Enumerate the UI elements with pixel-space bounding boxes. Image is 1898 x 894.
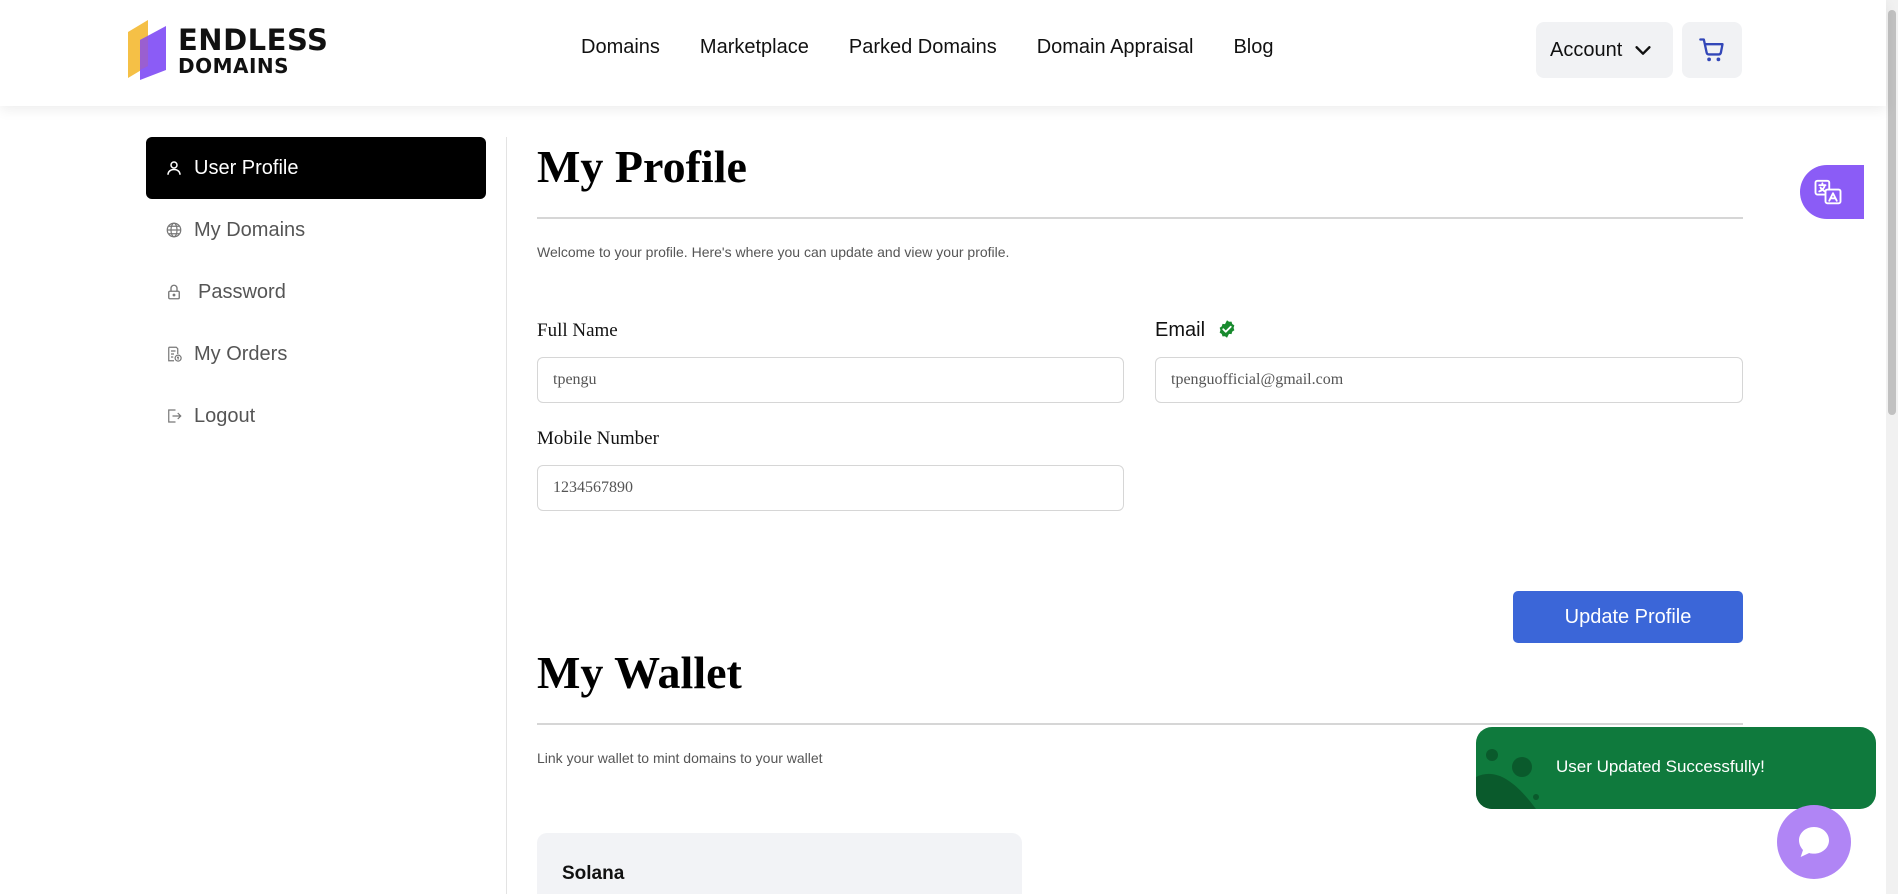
- nav-marketplace[interactable]: Marketplace: [700, 36, 809, 66]
- sidebar-item-logout[interactable]: Logout: [146, 385, 486, 447]
- sidebar-item-label: Password: [198, 280, 286, 303]
- full-name-label: Full Name: [537, 320, 618, 341]
- nav-blog[interactable]: Blog: [1233, 36, 1273, 66]
- email-input[interactable]: tpenguofficial@gmail.com: [1155, 357, 1743, 403]
- mobile-number-input[interactable]: 1234567890: [537, 465, 1124, 511]
- chat-bubble-icon: [1799, 827, 1829, 857]
- sidebar-item-user-profile[interactable]: User Profile: [146, 137, 486, 199]
- sidebar-item-password[interactable]: Password: [146, 261, 486, 323]
- wallet-divider: [537, 723, 1743, 725]
- chat-widget-button[interactable]: [1777, 805, 1851, 879]
- logo-line-2: DOMAINS: [178, 54, 290, 78]
- profile-section: My Profile Welcome to your profile. Here…: [537, 137, 1743, 260]
- mobile-number-label: Mobile Number: [537, 428, 659, 449]
- toast-decoration-icon: [1476, 749, 1539, 809]
- sidebar-item-label: My Orders: [194, 342, 288, 365]
- logo-line-1: ENDLESS: [178, 23, 329, 57]
- cart-icon: [1699, 38, 1724, 62]
- top-header: ENDLESS DOMAINS Domains Marketplace Park…: [0, 0, 1886, 106]
- toast-message: User Updated Successfully!: [1556, 757, 1765, 776]
- translate-icon: [1814, 179, 1842, 205]
- sidebar-item-my-domains[interactable]: My Domains: [146, 199, 486, 261]
- chevron-down-icon: [1635, 46, 1651, 55]
- wallet-title: My Wallet: [537, 647, 742, 698]
- logo-text: ENDLESS DOMAINS: [178, 23, 329, 78]
- account-label: Account: [1550, 38, 1623, 61]
- nav-parked-domains[interactable]: Parked Domains: [849, 36, 997, 66]
- scrollbar-thumb[interactable]: [1888, 10, 1896, 415]
- user-icon: [164, 158, 184, 178]
- nav-domains[interactable]: Domains: [581, 36, 660, 66]
- sidebar-item-my-orders[interactable]: My Orders: [146, 323, 486, 385]
- sidebar-item-label: User Profile: [194, 156, 299, 179]
- sidebar-item-label: My Domains: [194, 218, 306, 241]
- email-label: Email: [1155, 319, 1237, 342]
- translate-button[interactable]: [1800, 165, 1864, 219]
- success-toast: User Updated Successfully!: [1476, 727, 1876, 809]
- title-divider: [537, 217, 1743, 219]
- logo-mark-icon: [128, 20, 166, 80]
- page-title: My Profile: [537, 141, 747, 192]
- profile-subtitle: Welcome to your profile. Here's where yo…: [537, 244, 1010, 260]
- verified-badge-icon: [1219, 320, 1234, 338]
- email-label-text: Email: [1155, 319, 1206, 341]
- lock-icon: [164, 282, 184, 302]
- nav-domain-appraisal[interactable]: Domain Appraisal: [1037, 36, 1194, 66]
- brand-logo[interactable]: ENDLESS DOMAINS: [124, 18, 328, 82]
- main-nav: Domains Marketplace Parked Domains Domai…: [581, 36, 1273, 66]
- page-scrollbar[interactable]: [1886, 0, 1898, 894]
- cart-button[interactable]: [1682, 22, 1742, 78]
- globe-icon: [164, 220, 184, 240]
- profile-sidebar: User Profile My Domains Password My Orde…: [146, 137, 486, 447]
- logout-icon: [164, 406, 184, 426]
- full-name-input[interactable]: tpengu: [537, 357, 1124, 403]
- sidebar-divider: [506, 137, 507, 894]
- solana-wallet-card[interactable]: Solana: [537, 833, 1022, 894]
- account-dropdown-button[interactable]: Account: [1536, 22, 1673, 78]
- wallet-card-title: Solana: [562, 863, 625, 884]
- update-profile-button[interactable]: Update Profile: [1513, 591, 1743, 643]
- sidebar-item-label: Logout: [194, 404, 256, 427]
- receipt-icon: [164, 344, 184, 364]
